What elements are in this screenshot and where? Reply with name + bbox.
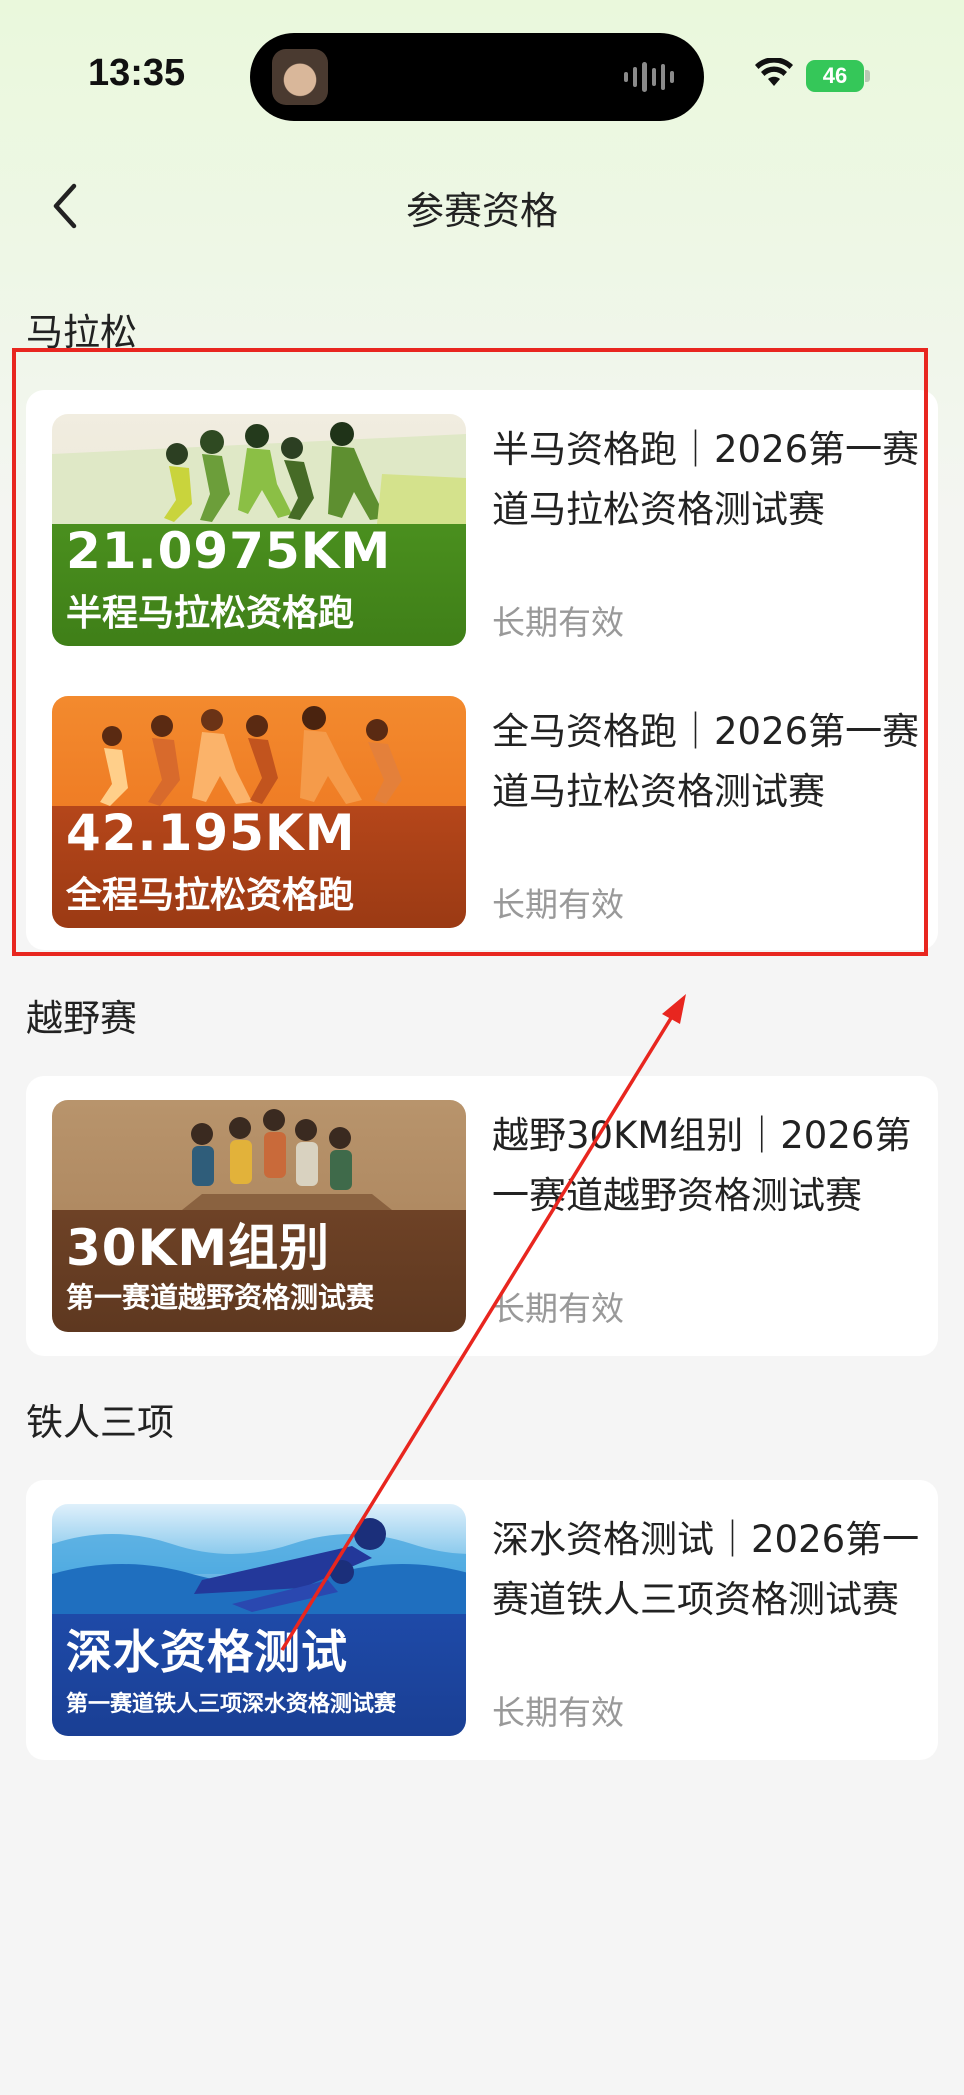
wifi-icon <box>755 58 793 86</box>
thumb-subtitle: 第一赛道铁人三项深水资格测试赛 <box>66 1692 397 1717</box>
thumb-subtitle: 第一赛道越野资格测试赛 <box>66 1281 375 1314</box>
annotation-highlight-box <box>12 348 928 956</box>
trail-thumbnail: 30KM组别 第一赛道越野资格测试赛 <box>52 1100 466 1332</box>
battery-level: 46 <box>806 60 864 92</box>
list-item-deep-water[interactable]: 深水资格测试 第一赛道铁人三项深水资格测试赛 深水资格测试｜2026第一赛道铁人… <box>52 1504 922 1736</box>
list-item-trail-30km[interactable]: 30KM组别 第一赛道越野资格测试赛 越野30KM组别｜2026第一赛道越野资格… <box>52 1100 922 1332</box>
thumb-title: 30KM组别 <box>66 1219 331 1277</box>
triathlon-card: 深水资格测试 第一赛道铁人三项深水资格测试赛 深水资格测试｜2026第一赛道铁人… <box>26 1480 938 1760</box>
triathlon-thumbnail: 深水资格测试 第一赛道铁人三项深水资格测试赛 <box>52 1504 466 1736</box>
page-title: 参赛资格 <box>405 189 558 233</box>
now-playing-avatar <box>272 49 328 105</box>
item-status: 长期有效 <box>492 1289 624 1328</box>
item-status: 长期有效 <box>492 1693 624 1732</box>
battery-icon: 46 <box>806 60 870 92</box>
dynamic-island[interactable] <box>250 33 704 121</box>
trail-card: 30KM组别 第一赛道越野资格测试赛 越野30KM组别｜2026第一赛道越野资格… <box>26 1076 938 1356</box>
section-title-trail: 越野赛 <box>26 997 137 1040</box>
item-title: 深水资格测试｜2026第一赛道铁人三项资格测试赛 <box>492 1518 920 1621</box>
annotation-arrow-icon <box>280 994 686 1651</box>
item-title: 越野30KM组别｜2026第一赛道越野资格测试赛 <box>492 1114 912 1217</box>
audio-waveform-icon <box>624 61 675 93</box>
thumb-title: 深水资格测试 <box>66 1625 348 1679</box>
status-time: 13:35 <box>88 52 186 94</box>
section-title-triathlon: 铁人三项 <box>26 1401 174 1444</box>
